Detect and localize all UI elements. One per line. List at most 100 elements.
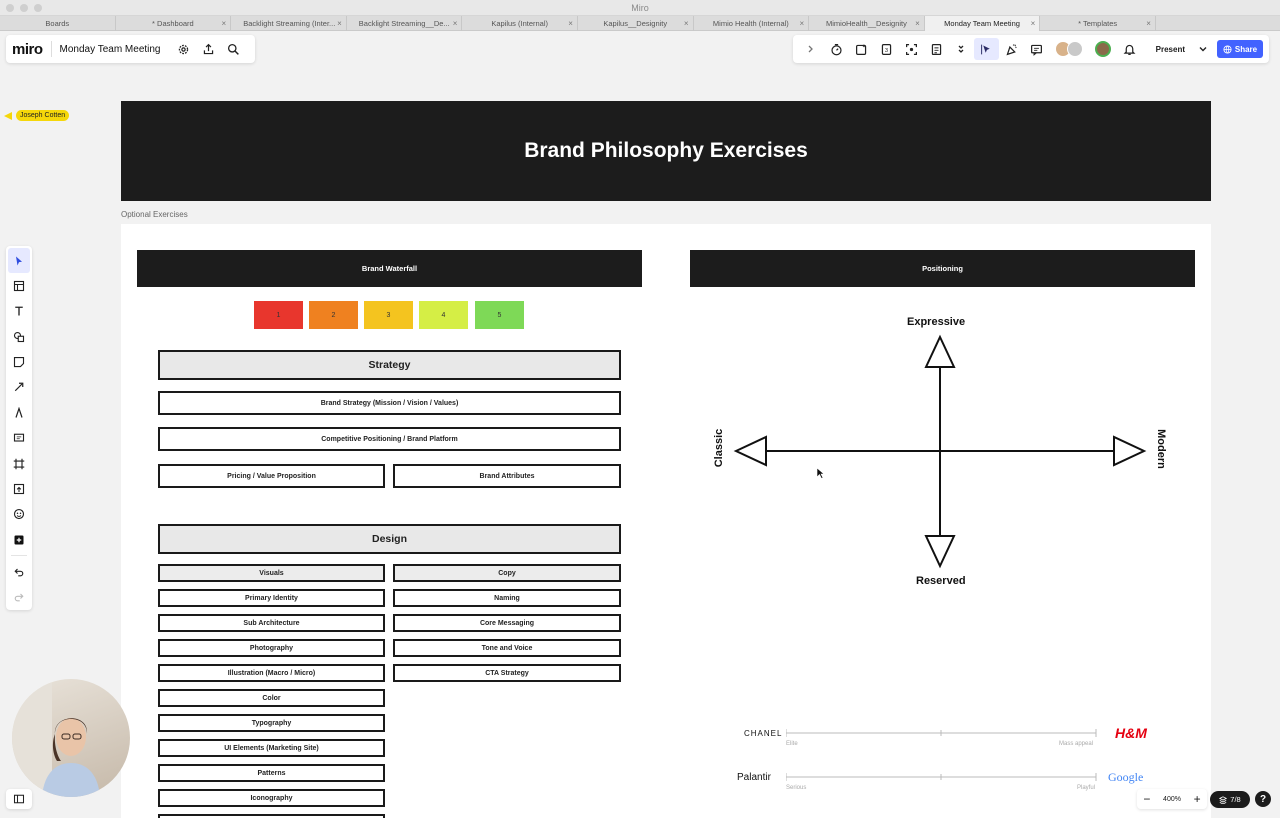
scale-box-5[interactable]: 5 bbox=[475, 301, 524, 329]
visuals-item[interactable]: Color bbox=[158, 689, 385, 707]
scale-box-4[interactable]: 4 bbox=[419, 301, 468, 329]
axis-label-left[interactable]: Classic bbox=[713, 428, 725, 468]
help-button[interactable]: ? bbox=[1255, 791, 1271, 807]
scale-track[interactable] bbox=[786, 772, 1098, 782]
current-user-avatar[interactable] bbox=[1094, 41, 1111, 57]
close-icon[interactable]: × bbox=[222, 16, 227, 31]
apps-icon[interactable] bbox=[8, 502, 30, 527]
close-icon[interactable]: × bbox=[337, 16, 342, 31]
comment-tool-icon[interactable] bbox=[8, 426, 30, 451]
tab-backlight-internal[interactable]: Backlight Streaming (Inter... × bbox=[231, 16, 347, 31]
axis-label-right[interactable]: Modern bbox=[1155, 429, 1167, 469]
focus-icon[interactable] bbox=[899, 38, 924, 60]
axis-label-bottom[interactable]: Reserved bbox=[916, 575, 966, 587]
visuals-item[interactable]: UI Elements (Marketing Site) bbox=[158, 739, 385, 757]
search-icon[interactable] bbox=[221, 39, 246, 59]
scale-box-3[interactable]: 3 bbox=[364, 301, 413, 329]
strategy-item[interactable]: Brand Attributes bbox=[393, 464, 621, 488]
reactions-icon[interactable] bbox=[849, 38, 874, 60]
chevron-down-icon[interactable] bbox=[1199, 45, 1207, 53]
close-icon[interactable]: × bbox=[799, 16, 804, 31]
chevron-right-icon[interactable] bbox=[799, 38, 824, 60]
present-button[interactable]: Present bbox=[1156, 45, 1207, 54]
close-icon[interactable]: × bbox=[1146, 16, 1151, 31]
page-counter[interactable]: 7/8 bbox=[1210, 791, 1250, 808]
notes-icon[interactable] bbox=[924, 38, 949, 60]
strategy-heading[interactable]: Strategy bbox=[158, 350, 621, 380]
visuals-item[interactable]: Iconography bbox=[158, 789, 385, 807]
close-icon[interactable]: × bbox=[1031, 16, 1036, 31]
tab-mimio-internal[interactable]: Mimio Health (Internal) × bbox=[694, 16, 810, 31]
board-hero-banner[interactable]: Brand Philosophy Exercises bbox=[121, 101, 1211, 201]
tab-templates[interactable]: * Templates × bbox=[1040, 16, 1156, 31]
close-icon[interactable]: × bbox=[568, 16, 573, 31]
axis-label-top[interactable]: Expressive bbox=[907, 316, 965, 328]
visuals-item-clipped[interactable] bbox=[158, 814, 385, 818]
visuals-item[interactable]: Illustration (Macro / Micro) bbox=[158, 664, 385, 682]
upload-tool-icon[interactable] bbox=[8, 476, 30, 501]
comment-icon[interactable] bbox=[1024, 38, 1049, 60]
tab-monday-team-meeting[interactable]: Monday Team Meeting × bbox=[924, 16, 1041, 31]
strategy-item[interactable]: Pricing / Value Proposition bbox=[158, 464, 385, 488]
pen-icon[interactable] bbox=[8, 400, 30, 425]
shapes-icon[interactable] bbox=[8, 324, 30, 349]
frame-label[interactable]: Optional Exercises bbox=[121, 210, 188, 219]
zoom-level[interactable]: 400% bbox=[1163, 796, 1181, 803]
share-button[interactable]: Share bbox=[1217, 40, 1263, 58]
design-heading[interactable]: Design bbox=[158, 524, 621, 554]
chevron-down-double-icon[interactable] bbox=[949, 38, 974, 60]
text-tool-icon[interactable] bbox=[8, 299, 30, 324]
copy-item[interactable]: Naming bbox=[393, 589, 621, 607]
close-icon[interactable]: × bbox=[453, 16, 458, 31]
avatar[interactable] bbox=[1094, 41, 1111, 57]
copy-item[interactable]: Core Messaging bbox=[393, 614, 621, 632]
voting-icon[interactable]: 3 bbox=[874, 38, 899, 60]
scale-box-2[interactable]: 2 bbox=[309, 301, 358, 329]
frame-icon[interactable] bbox=[8, 451, 30, 476]
tab-boards[interactable]: Boards bbox=[0, 16, 116, 31]
visuals-item[interactable]: Sub Architecture bbox=[158, 614, 385, 632]
miro-logo[interactable]: miro bbox=[12, 41, 43, 58]
redo-icon[interactable] bbox=[8, 585, 30, 610]
select-tool-icon[interactable] bbox=[8, 248, 30, 274]
copy-item[interactable]: Tone and Voice bbox=[393, 639, 621, 657]
brand-waterfall-header[interactable]: Brand Waterfall bbox=[137, 250, 642, 287]
celebrate-icon[interactable] bbox=[999, 38, 1024, 60]
close-icon[interactable]: × bbox=[915, 16, 920, 31]
zoom-in-icon[interactable]: + bbox=[1194, 792, 1201, 806]
window-controls[interactable] bbox=[6, 4, 42, 12]
bell-icon[interactable] bbox=[1117, 38, 1142, 60]
tab-kapilus-designity[interactable]: Kapilus__Designity × bbox=[578, 16, 694, 31]
positioning-header[interactable]: Positioning bbox=[690, 250, 1195, 287]
sticky-note-icon[interactable] bbox=[8, 349, 30, 374]
video-chat-bubble[interactable] bbox=[12, 679, 130, 797]
visuals-item[interactable]: Primary Identity bbox=[158, 589, 385, 607]
visuals-item[interactable]: Photography bbox=[158, 639, 385, 657]
collaborator-avatars[interactable] bbox=[1054, 41, 1083, 57]
connection-line-icon[interactable] bbox=[8, 375, 30, 400]
tab-kapilus-internal[interactable]: Kapilus (Internal) × bbox=[462, 16, 578, 31]
scale-box-1[interactable]: 1 bbox=[254, 301, 303, 329]
copy-header[interactable]: Copy bbox=[393, 564, 621, 582]
close-icon[interactable]: × bbox=[684, 16, 689, 31]
scale-track[interactable] bbox=[786, 728, 1098, 738]
gear-icon[interactable] bbox=[171, 39, 196, 59]
strategy-item[interactable]: Competitive Positioning / Brand Platform bbox=[158, 427, 621, 451]
add-more-icon[interactable] bbox=[8, 527, 30, 552]
visuals-item[interactable]: Patterns bbox=[158, 764, 385, 782]
tab-backlight-designity[interactable]: Backlight Streaming__De... × bbox=[347, 16, 463, 31]
upload-icon[interactable] bbox=[196, 39, 221, 59]
undo-icon[interactable] bbox=[8, 559, 30, 584]
cursor-pointer-icon[interactable] bbox=[973, 38, 999, 60]
tab-dashboard[interactable]: * Dashboard × bbox=[116, 16, 232, 31]
side-panel-toggle-icon[interactable] bbox=[6, 789, 32, 809]
strategy-item[interactable]: Brand Strategy (Mission / Vision / Value… bbox=[158, 391, 621, 415]
visuals-header[interactable]: Visuals bbox=[158, 564, 385, 582]
visuals-item[interactable]: Typography bbox=[158, 714, 385, 732]
copy-item[interactable]: CTA Strategy bbox=[393, 664, 621, 682]
tab-mimio-designity[interactable]: MimioHealth__Designity × bbox=[809, 16, 925, 31]
positioning-axes[interactable] bbox=[730, 330, 1150, 570]
zoom-out-icon[interactable]: − bbox=[1143, 792, 1150, 806]
board-name[interactable]: Monday Team Meeting bbox=[60, 44, 161, 55]
templates-icon[interactable] bbox=[8, 273, 30, 298]
